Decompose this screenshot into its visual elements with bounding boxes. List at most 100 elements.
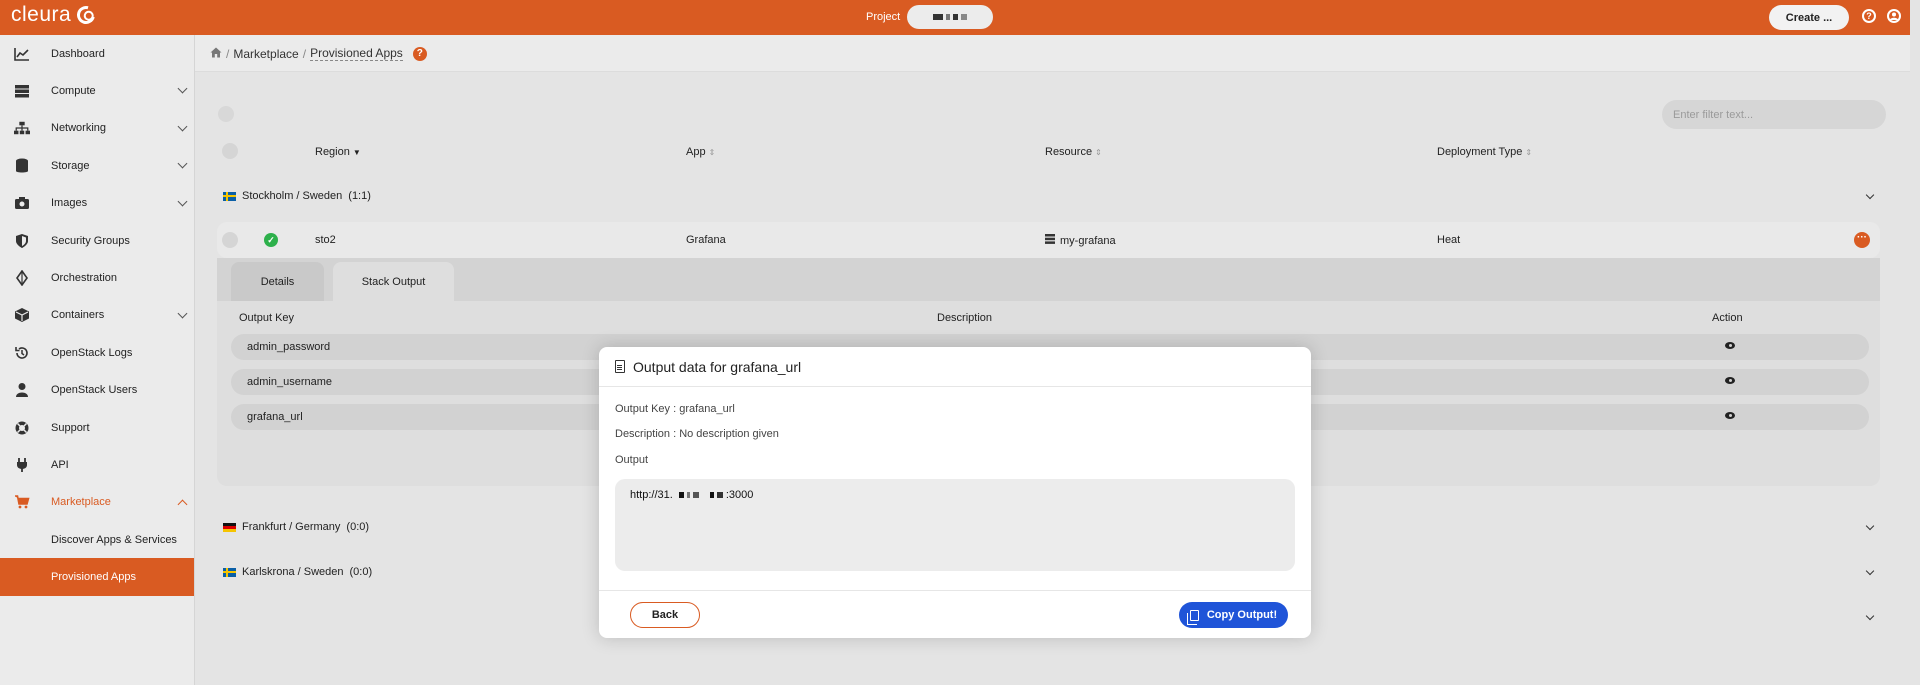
- chevron-down-icon[interactable]: [1865, 566, 1875, 576]
- chevron-down-icon[interactable]: [1865, 611, 1875, 621]
- sidebar-item-label: Dashboard: [51, 47, 105, 60]
- database-icon: [14, 158, 30, 174]
- region-group-frankfurt[interactable]: Frankfurt / Germany (0:0): [223, 521, 369, 533]
- sidebar-subitem-provisioned-apps[interactable]: Provisioned Apps: [0, 558, 194, 596]
- chevron-down-icon[interactable]: [1865, 521, 1875, 531]
- sidebar-item-label: Images: [51, 197, 88, 210]
- row-deployment-type: Heat: [1437, 234, 1461, 246]
- output-value-box[interactable]: http://31. :3000: [615, 479, 1295, 571]
- chevron-down-icon[interactable]: [1865, 190, 1875, 200]
- copy-output-button[interactable]: Copy Output!: [1179, 602, 1288, 628]
- eye-icon[interactable]: [1725, 342, 1735, 349]
- sidebar-item-openstack-logs[interactable]: OpenStack Logs: [0, 334, 194, 371]
- sidebar-item-security-groups[interactable]: Security Groups: [0, 222, 194, 259]
- home-icon[interactable]: [210, 47, 222, 61]
- modal-output-key: Output Key : grafana_url: [615, 403, 735, 415]
- copy-icon: [1186, 609, 1199, 625]
- top-bar: cleura Project Create ... ?: [0, 0, 1910, 35]
- modal-header: Output data for grafana_url: [599, 347, 1311, 387]
- column-header-deployment-type[interactable]: Deployment Type ⇕: [1437, 146, 1532, 158]
- server-icon: [14, 83, 30, 99]
- sort-icon: ⇕: [1525, 147, 1533, 157]
- cleura-logo-icon: [73, 2, 99, 28]
- sidebar-item-openstack-users[interactable]: OpenStack Users: [0, 372, 194, 409]
- select-all-checkbox[interactable]: [222, 143, 238, 159]
- chevron-down-icon[interactable]: [177, 308, 188, 319]
- cart-icon: [14, 494, 30, 510]
- sidebar-item-label: OpenStack Logs: [51, 346, 133, 359]
- status-ok-icon: ✓: [264, 233, 278, 247]
- modal-output-label: Output: [615, 454, 649, 466]
- breadcrumb-marketplace[interactable]: Marketplace: [233, 47, 298, 61]
- chart-icon: [14, 46, 30, 62]
- sidebar-item-images[interactable]: Images: [0, 185, 194, 222]
- help-icon[interactable]: ?: [412, 46, 427, 61]
- region-group-name: Karlskrona / Sweden: [242, 566, 344, 578]
- sidebar-item-orchestration[interactable]: Orchestration: [0, 259, 194, 296]
- eye-icon[interactable]: [1725, 377, 1735, 384]
- chevron-down-icon[interactable]: [177, 83, 188, 94]
- cleura-logo[interactable]: cleura: [11, 2, 99, 28]
- help-icon[interactable]: ?: [1862, 9, 1876, 23]
- region-group-stockholm[interactable]: Stockholm / Sweden (1:1): [223, 190, 371, 202]
- chevron-up-icon[interactable]: [177, 499, 188, 510]
- column-header-app[interactable]: App ⇕: [686, 146, 715, 158]
- row-app: Grafana: [686, 234, 726, 246]
- region-group-name: Stockholm / Sweden: [242, 190, 343, 202]
- region-group-count: (1:1): [348, 190, 371, 202]
- redacted-ip: [678, 492, 723, 499]
- create-button[interactable]: Create ...: [1769, 5, 1849, 30]
- breadcrumb-separator: /: [302, 46, 307, 61]
- modal-title: Output data for grafana_url: [633, 358, 802, 375]
- tab-details[interactable]: Details: [231, 262, 324, 301]
- user-icon: [14, 382, 30, 398]
- user-icon[interactable]: [1887, 9, 1901, 23]
- lifebuoy-icon: [14, 420, 30, 436]
- sidebar-item-marketplace[interactable]: Marketplace: [0, 484, 194, 521]
- output-key-header: Output Key: [239, 312, 295, 324]
- cube-icon: [14, 307, 30, 323]
- chevron-down-icon[interactable]: [177, 196, 188, 207]
- sidebar-item-support[interactable]: Support: [0, 409, 194, 446]
- sidebar-item-label: Containers: [51, 309, 105, 322]
- sidebar-item-storage[interactable]: Storage: [0, 147, 194, 184]
- sidebar: Dashboard Compute Networking Storage Ima…: [0, 35, 195, 685]
- sidebar-subitem-discover-apps[interactable]: Discover Apps & Services: [0, 521, 194, 558]
- sort-icon: ⇕: [1095, 147, 1102, 157]
- more-options-icon[interactable]: ···: [1854, 232, 1870, 248]
- sort-desc-icon: ▼: [352, 147, 361, 157]
- output-value-suffix: :3000: [725, 489, 754, 501]
- modal-description: Description : No description given: [615, 428, 779, 440]
- row-region: sto2: [315, 234, 336, 246]
- eye-icon[interactable]: [1725, 412, 1735, 419]
- column-header-region[interactable]: Region ▼: [315, 146, 361, 158]
- output-value-prefix: http://31.: [630, 489, 673, 501]
- germany-flag-icon: [223, 522, 236, 532]
- sweden-flag-icon: [223, 567, 236, 577]
- sidebar-item-compute[interactable]: Compute: [0, 72, 194, 109]
- sidebar-item-networking[interactable]: Networking: [0, 110, 194, 147]
- sidebar-item-api[interactable]: API: [0, 446, 194, 483]
- sweden-flag-icon: [223, 191, 236, 201]
- delete-icon[interactable]: [218, 106, 234, 122]
- sort-icon: ⇕: [708, 147, 716, 157]
- row-resource-label: my-grafana: [1060, 234, 1116, 247]
- table-row[interactable]: ✓ sto2 Grafana my-grafana Heat ···: [217, 222, 1880, 258]
- back-button[interactable]: Back: [630, 602, 700, 628]
- chevron-down-icon[interactable]: [177, 158, 188, 169]
- tab-stack-output[interactable]: Stack Output: [333, 262, 454, 301]
- history-icon: [14, 345, 30, 361]
- filter-input[interactable]: [1662, 100, 1886, 129]
- project-selector[interactable]: [907, 5, 993, 29]
- output-data-modal: Output data for grafana_url Output Key :…: [599, 347, 1311, 638]
- region-group-karlskrona[interactable]: Karlskrona / Sweden (0:0): [223, 566, 372, 578]
- sidebar-item-dashboard[interactable]: Dashboard: [0, 35, 194, 72]
- sidebar-item-containers[interactable]: Containers: [0, 297, 194, 334]
- brand-name: cleura: [11, 3, 72, 26]
- chevron-down-icon[interactable]: [177, 121, 188, 132]
- column-label: Region: [315, 146, 350, 158]
- detail-tabs: Details Stack Output: [217, 258, 1880, 301]
- column-header-resource[interactable]: Resource ⇕: [1045, 146, 1102, 158]
- row-checkbox[interactable]: [222, 232, 238, 248]
- row-resource[interactable]: my-grafana: [1045, 234, 1116, 247]
